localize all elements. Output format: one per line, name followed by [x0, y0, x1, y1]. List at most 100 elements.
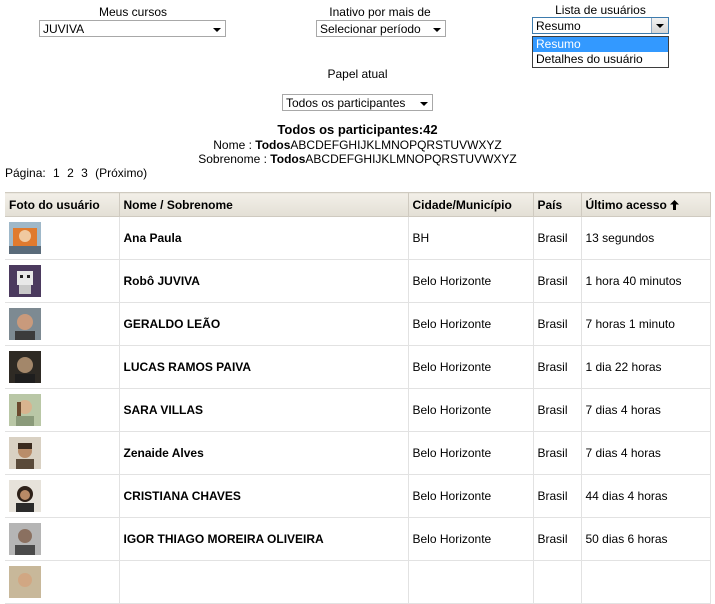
role-select-value: Todos os participantes: [286, 96, 406, 110]
chevron-down-icon: [420, 102, 428, 106]
user-city: Belo Horizonte: [408, 259, 534, 303]
user-name[interactable]: CRISTIANA CHAVES: [119, 474, 409, 518]
courses-select-value: JUVIVA: [43, 22, 85, 36]
surname-letter-all[interactable]: Todos: [270, 152, 305, 166]
user-photo-cell: [5, 431, 120, 475]
user-country: Brasil: [533, 517, 582, 561]
user-last-access: 50 dias 6 horas: [581, 517, 711, 561]
name-letters[interactable]: ABCDEFGHIJKLMNOPQRSTUVWXYZ: [290, 138, 501, 152]
list-select-button[interactable]: [651, 18, 668, 33]
user-photo-cell: [5, 259, 120, 303]
user-city: Belo Horizonte: [408, 302, 534, 346]
user-avatar[interactable]: [9, 394, 41, 426]
user-avatar[interactable]: [9, 308, 41, 340]
user-photo-cell: [5, 345, 120, 389]
inactive-label: Inativo por mais de: [329, 5, 431, 19]
user-avatar[interactable]: [9, 265, 41, 297]
header-name[interactable]: Nome / Sobrenome: [119, 192, 409, 217]
table-row: Robô JUVIVA Belo Horizonte Brasil 1 hora…: [5, 259, 711, 303]
next-page-link[interactable]: (Próximo): [95, 166, 147, 180]
header-country[interactable]: País: [533, 192, 582, 217]
header-last-access-label: Último acesso: [585, 197, 667, 212]
user-avatar[interactable]: [9, 351, 41, 383]
user-avatar[interactable]: [9, 566, 41, 598]
user-photo-cell: [5, 302, 120, 346]
user-country: Brasil: [533, 216, 582, 260]
user-last-access: 1 dia 22 horas: [581, 345, 711, 389]
header-photo: Foto do usuário: [5, 192, 120, 217]
user-photo-cell: [5, 474, 120, 518]
table-row: [5, 560, 711, 604]
user-name[interactable]: GERALDO LEÃO: [119, 302, 409, 346]
user-photo-cell: [5, 388, 120, 432]
courses-select[interactable]: JUVIVA: [39, 20, 226, 37]
user-name[interactable]: Zenaide Alves: [119, 431, 409, 475]
pagination-label: Página:: [5, 166, 46, 180]
page-link-3[interactable]: 3: [81, 166, 88, 180]
pagination: Página: 1 2 3 (Próximo): [5, 166, 151, 180]
user-last-access: 7 horas 1 minuto: [581, 302, 711, 346]
user-country: [533, 560, 582, 604]
user-last-access: 7 dias 4 horas: [581, 388, 711, 432]
list-select-value: Resumo: [536, 19, 581, 33]
participants-table: Foto do usuário Nome / Sobrenome Cidade/…: [5, 192, 711, 604]
role-select[interactable]: Todos os participantes: [282, 94, 433, 111]
surname-letters[interactable]: ABCDEFGHIJKLMNOPQRSTUVWXYZ: [305, 152, 516, 166]
surname-letter-bar: Sobrenome : TodosABCDEFGHIJKLMNOPQRSTUVW…: [0, 152, 715, 166]
user-city: Belo Horizonte: [408, 388, 534, 432]
user-city: Belo Horizonte: [408, 517, 534, 561]
table-row: CRISTIANA CHAVES Belo Horizonte Brasil 4…: [5, 474, 711, 518]
courses-label: Meus cursos: [98, 5, 168, 19]
chevron-down-icon: [213, 28, 221, 32]
user-name[interactable]: SARA VILLAS: [119, 388, 409, 432]
user-name[interactable]: Ana Paula: [119, 216, 409, 260]
user-name[interactable]: IGOR THIAGO MOREIRA OLIVEIRA: [119, 517, 409, 561]
user-city: Belo Horizonte: [408, 345, 534, 389]
user-name[interactable]: [119, 560, 409, 604]
user-country: Brasil: [533, 345, 582, 389]
user-name[interactable]: Robô JUVIVA: [119, 259, 409, 303]
user-country: Brasil: [533, 302, 582, 346]
header-last-access[interactable]: Último acesso: [581, 192, 711, 217]
table-row: SARA VILLAS Belo Horizonte Brasil 7 dias…: [5, 388, 711, 432]
chevron-down-icon: [433, 28, 441, 32]
user-country: Brasil: [533, 431, 582, 475]
table-row: GERALDO LEÃO Belo Horizonte Brasil 7 hor…: [5, 302, 711, 346]
list-label: Lista de usuários: [555, 3, 646, 17]
user-photo-cell: [5, 517, 120, 561]
user-last-access: 44 dias 4 horas: [581, 474, 711, 518]
user-last-access: 1 hora 40 minutos: [581, 259, 711, 303]
user-last-access: 7 dias 4 horas: [581, 431, 711, 475]
user-photo-cell: [5, 560, 120, 604]
list-select[interactable]: Resumo: [532, 17, 669, 34]
page-link-2[interactable]: 2: [67, 166, 74, 180]
list-dropdown[interactable]: Resumo Detalhes do usuário: [532, 36, 669, 68]
name-letter-label: Nome :: [213, 138, 252, 152]
user-city: [408, 560, 534, 604]
table-row: Ana Paula BH Brasil 13 segundos: [5, 216, 711, 260]
user-avatar[interactable]: [9, 523, 41, 555]
user-name[interactable]: LUCAS RAMOS PAIVA: [119, 345, 409, 389]
user-avatar[interactable]: [9, 480, 41, 512]
sort-up-arrow-icon: [669, 199, 679, 210]
table-row: IGOR THIAGO MOREIRA OLIVEIRA Belo Horizo…: [5, 517, 711, 561]
user-last-access: 13 segundos: [581, 216, 711, 260]
user-city: Belo Horizonte: [408, 474, 534, 518]
user-country: Brasil: [533, 388, 582, 432]
role-label: Papel atual: [327, 67, 388, 81]
list-option-detalhes[interactable]: Detalhes do usuário: [533, 52, 668, 67]
page-link-1[interactable]: 1: [53, 166, 60, 180]
header-city[interactable]: Cidade/Município: [408, 192, 534, 217]
user-last-access: [581, 560, 711, 604]
surname-letter-label: Sobrenome :: [198, 152, 267, 166]
user-avatar[interactable]: [9, 222, 41, 254]
participants-count: Todos os participantes:42: [277, 122, 438, 137]
user-photo-cell: [5, 216, 120, 260]
user-city: BH: [408, 216, 534, 260]
user-avatar[interactable]: [9, 437, 41, 469]
inactive-select-value: Selecionar período: [320, 22, 421, 36]
inactive-select[interactable]: Selecionar período: [316, 20, 446, 37]
chevron-down-icon: [656, 24, 664, 28]
list-option-resumo[interactable]: Resumo: [533, 37, 668, 52]
name-letter-all[interactable]: Todos: [255, 138, 290, 152]
